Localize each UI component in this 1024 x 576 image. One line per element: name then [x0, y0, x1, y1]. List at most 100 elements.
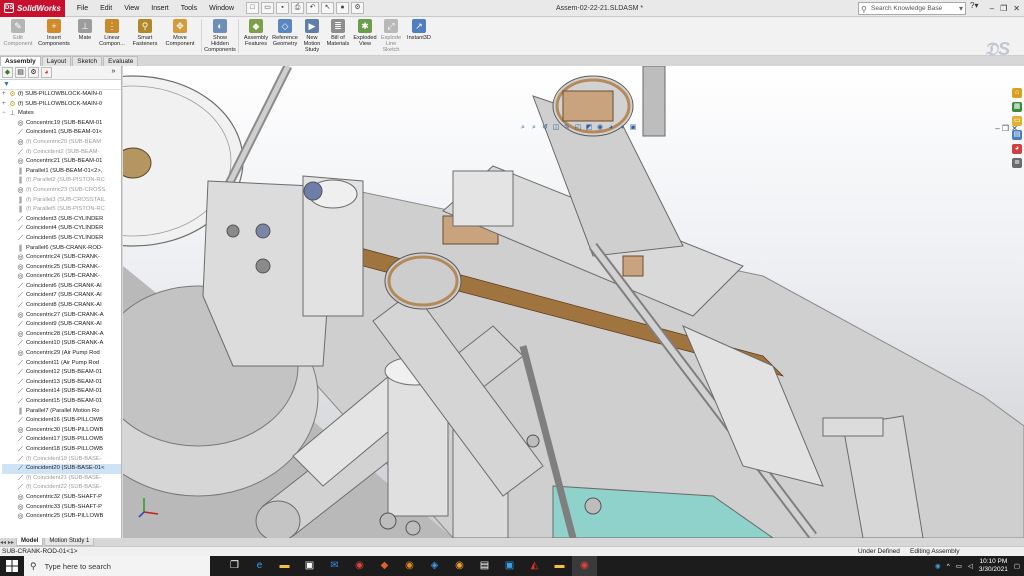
tree-mate-item[interactable]: ∥ (f) Parallel2 (SUB-PISTON-RC	[2, 176, 121, 186]
tree-mate-item[interactable]: ⟋ Coincident3 (SUB-CYLINDER	[2, 215, 121, 225]
tree-mate-item[interactable]: ◎ Concentric25 (SUB-PILLOWB	[2, 512, 121, 522]
network-icon[interactable]: ▭	[956, 562, 962, 570]
insert-components-button[interactable]: + Insert Components	[34, 17, 74, 47]
tree-mate-item[interactable]: ⟋ Coincident17 (SUB-PILLOWB	[2, 435, 121, 445]
view-palette-icon[interactable]: ▤	[1012, 130, 1022, 140]
tree-mates-folder[interactable]: − ⊥ Mates	[2, 109, 121, 119]
tree-mate-item[interactable]: ◎ Concentric30 (SUB-PILLOWB	[2, 426, 121, 436]
tree-mate-item[interactable]: ◎ Concentric25 (SUB-CRANK-	[2, 263, 121, 273]
tab-prev-icon[interactable]: ◂◂	[0, 539, 8, 546]
tree-mate-item[interactable]: ⟋ Coincident13 (SUB-BEAM-01	[2, 378, 121, 388]
feature-tree-tab-icon[interactable]: ◆	[2, 67, 13, 78]
tree-mate-item[interactable]: ◎ (f) Concentric20 (SUB-BEAM	[2, 138, 121, 148]
tree-mate-item[interactable]: ⟋ Coincident12 (SUB-BEAM-01	[2, 368, 121, 378]
tree-mate-item[interactable]: ⟋ Coincident9 (SUB-CRANK-AI	[2, 320, 121, 330]
tree-mate-item[interactable]: ◎ Concentric33 (SUB-SHAFT-P	[2, 503, 121, 513]
open-document-icon[interactable]: ▭	[261, 2, 275, 14]
tab-next-icon[interactable]: ▸▸	[8, 539, 16, 546]
linear-pattern-button[interactable]: ⋮ Linear Compon...	[96, 17, 128, 47]
dynamic-annotation-icon[interactable]: ✎	[562, 123, 572, 133]
configuration-tab-icon[interactable]: ⚙	[28, 67, 39, 78]
tree-mate-item[interactable]: ⟋ (f) Coincident22 (SUB-BASE-	[2, 483, 121, 493]
tree-mate-item[interactable]: ⟋ Coincident1 (SUB-BEAM-01<	[2, 128, 121, 138]
solidworks-active-icon[interactable]: ◉	[572, 556, 597, 576]
solidworks-taskbar-icon[interactable]: ◉	[347, 556, 372, 576]
tree-mate-item[interactable]: ⟋ Coincident14 (SUB-BEAM-01	[2, 387, 121, 397]
tree-mate-item[interactable]: ∥ Parallel6 (SUB-CRANK-ROD-	[2, 244, 121, 254]
tree-mate-item[interactable]: ◎ Concentric26 (SUB-CRANK-	[2, 272, 121, 282]
assembly-features-button[interactable]: ◆ Assembly Features	[242, 17, 270, 47]
menu-file[interactable]: File	[71, 0, 94, 17]
tree-mate-item[interactable]: ⟋ Coincident10 (SUB-CRANK-A	[2, 339, 121, 349]
tree-mate-item[interactable]: ⟋ Coincident16 (SUB-PILLOWB	[2, 416, 121, 426]
design-library-icon[interactable]: ▦	[1012, 102, 1022, 112]
tab-evaluate[interactable]: Evaluate	[103, 56, 139, 66]
edge-icon[interactable]: e	[247, 556, 272, 576]
tree-mate-item[interactable]: ◎ Concentric28 (SUB-CRANK-A	[2, 330, 121, 340]
task-view-icon[interactable]: ❐	[222, 556, 247, 576]
clock[interactable]: 10:10 PM 3/30/2021	[979, 558, 1008, 574]
tree-mate-item[interactable]: ◎ (f) Concentric23 (SUB-CROSS	[2, 186, 121, 196]
tab-sketch[interactable]: Sketch	[72, 56, 103, 66]
menu-window[interactable]: Window	[203, 0, 240, 17]
tree-mate-item[interactable]: ◎ Concentric19 (SUB-BEAM-01	[2, 119, 121, 129]
panel-expand-icon[interactable]: »	[108, 67, 119, 78]
start-button[interactable]	[0, 556, 24, 576]
reference-geometry-button[interactable]: ◇ Reference Geometry	[270, 17, 300, 47]
app-icon-2[interactable]: ◈	[422, 556, 447, 576]
new-motion-study-button[interactable]: ▶ New Motion Study	[300, 17, 324, 53]
show-hidden-button[interactable]: ◐ Show Hidden Components	[204, 17, 236, 53]
tree-mate-item[interactable]: ∥ (f) Parallel5 (SUB-PISTON-RC	[2, 205, 121, 215]
tab-model[interactable]: Model	[16, 538, 44, 546]
menu-tools[interactable]: Tools	[175, 0, 203, 17]
filter-icon[interactable]: ▼	[0, 80, 121, 90]
app-icon-3[interactable]: ◉	[447, 556, 472, 576]
mate-button[interactable]: ⊥ Mate	[74, 17, 96, 41]
tree-component[interactable]: + ⚙ (f) SUB-PILLOWBLOCK-MAIN-0	[2, 90, 121, 100]
explode-line-sketch-button[interactable]: ⤢ Explode Line Sketch	[378, 17, 404, 53]
tree-mate-item[interactable]: ◎ Concentric29 (Air Pump Rod	[2, 349, 121, 359]
graphics-viewport[interactable]: ⌕ ⌕ ↺ ◫ ✎ ◰ ◩ ◉ ◕ ◑ ▣ – ❐ ✕	[123, 66, 1024, 538]
tree-mate-item[interactable]: ◎ Concentric27 (SUB-CRANK-A	[2, 311, 121, 321]
app-icon-5[interactable]: ▣	[497, 556, 522, 576]
tree-mate-item[interactable]: ⟋ Coincident6 (SUB-CRANK-AI	[2, 282, 121, 292]
new-document-icon[interactable]: □	[246, 2, 260, 14]
instant3d-button[interactable]: ↗ Instant3D	[404, 17, 434, 41]
tree-mate-item[interactable]: ◎ Concentric32 (SUB-SHAFT-P	[2, 493, 121, 503]
tree-mate-item[interactable]: ⟋ Coincident5 (SUB-CYLINDER	[2, 234, 121, 244]
save-icon[interactable]: ▪	[276, 2, 290, 14]
tree-mate-item[interactable]: ∥ (f) Parallel3 (SUB-CROSSTAIL	[2, 196, 121, 206]
firefox-icon[interactable]: ◉	[397, 556, 422, 576]
tree-mate-item[interactable]: ⟋ Coincident20 (SUB-BASE-01<	[2, 464, 121, 474]
undo-icon[interactable]: ↶	[306, 2, 320, 14]
tree-mate-item[interactable]: ⟋ (f) Coincident19 (SUB-BASE-	[2, 455, 121, 465]
previous-view-icon[interactable]: ↺	[540, 123, 550, 133]
mail-icon[interactable]: ✉	[322, 556, 347, 576]
hide-show-items-icon[interactable]: ◉	[595, 123, 605, 133]
exploded-view-button[interactable]: ✱ Exploded View	[352, 17, 378, 47]
tab-motion-study[interactable]: Motion Study 1	[44, 538, 95, 546]
appearances-icon[interactable]: ◕	[1012, 144, 1022, 154]
apply-scene-icon[interactable]: ◑	[617, 123, 627, 133]
app-icon-1[interactable]: ◆	[372, 556, 397, 576]
restore-icon[interactable]: ❐	[1000, 0, 1007, 17]
app-icon-4[interactable]: ▤	[472, 556, 497, 576]
zoom-area-icon[interactable]: ⌕	[529, 123, 539, 133]
section-view-icon[interactable]: ◫	[551, 123, 561, 133]
notification-icon[interactable]: ▢	[1014, 562, 1020, 570]
taskbar-search-input[interactable]: ⚲ Type here to search	[24, 556, 210, 576]
tree-mate-item[interactable]: ∥ Parallel7 (Parallel Motion Ro	[2, 407, 121, 417]
acrobat-icon[interactable]: ◭	[522, 556, 547, 576]
search-input[interactable]: ⚲ Search Knowledge Base ▾	[858, 2, 966, 15]
display-style-icon[interactable]: ◩	[584, 123, 594, 133]
help-tray-icon[interactable]: ◉	[935, 562, 941, 570]
options-icon[interactable]: ⚙	[351, 2, 365, 14]
move-component-button[interactable]: ✥ Move Component	[162, 17, 198, 47]
menu-edit[interactable]: Edit	[94, 0, 118, 17]
zoom-to-fit-icon[interactable]: ⌕	[518, 123, 528, 133]
viewport-minimize-icon[interactable]: –	[995, 124, 999, 133]
minimize-icon[interactable]: –	[990, 0, 994, 17]
tree-mate-item[interactable]: ∥ Parallel1 (SUB-BEAM-01<2>,	[2, 167, 121, 177]
file-explorer-icon[interactable]: ▭	[1012, 116, 1022, 126]
tree-mate-item[interactable]: ⟋ (f) Coincident2 (SUB-BEAM-	[2, 148, 121, 158]
